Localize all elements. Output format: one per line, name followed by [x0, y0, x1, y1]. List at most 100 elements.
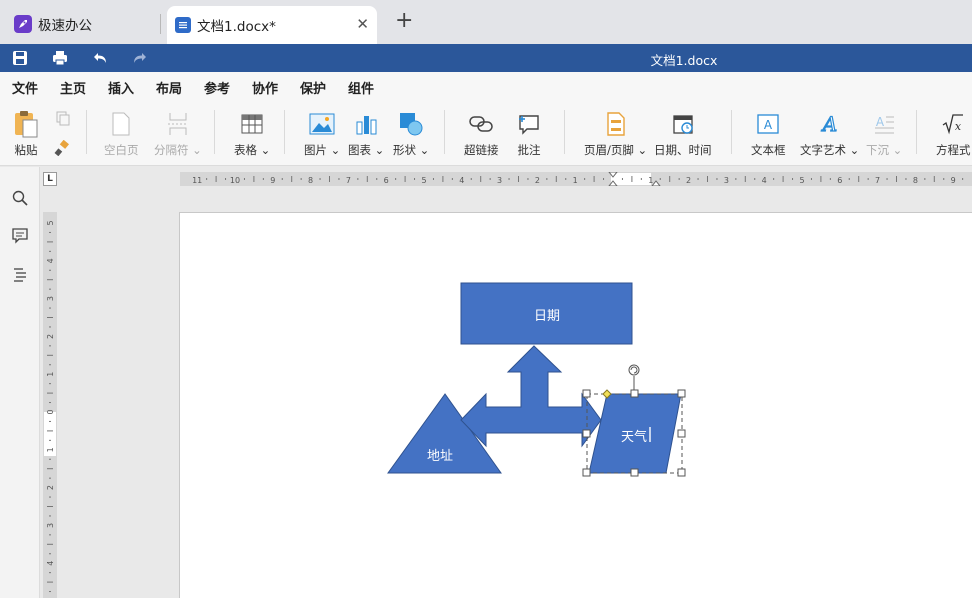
weather-shape-label[interactable]: 天气 [621, 426, 647, 445]
svg-text:9: 9 [270, 176, 275, 185]
equation-icon: x [941, 110, 965, 138]
drawing-canvas [387, 282, 686, 477]
app-tab-label: 极速办公 [38, 18, 92, 34]
svg-text:2: 2 [46, 485, 55, 490]
drop-cap-label: 下沉 ⌄ [866, 143, 903, 157]
tab-divider [160, 14, 161, 34]
equation-button[interactable]: x 方程式 [936, 110, 971, 158]
svg-text:A: A [820, 112, 836, 136]
rocket-icon [14, 15, 32, 33]
page-break-label: 分隔符 ⌄ [154, 143, 202, 157]
image-icon [309, 110, 335, 138]
comment-button[interactable]: 批注 [517, 110, 541, 158]
svg-text:x: x [955, 120, 962, 133]
header-footer-icon [605, 110, 627, 138]
ribbon-divider [86, 110, 87, 154]
svg-text:1: 1 [573, 176, 578, 185]
comments-icon[interactable] [11, 227, 29, 245]
address-shape-label[interactable]: 地址 [427, 445, 453, 464]
image-button[interactable]: 图片 ⌄ [304, 110, 340, 158]
chart-label: 图表 ⌄ [348, 143, 385, 157]
paste-button[interactable]: 粘贴 [12, 110, 40, 158]
three-way-arrow-shape[interactable] [460, 345, 602, 448]
drop-cap-icon: A [872, 110, 896, 138]
blank-page-label: 空白页 [104, 143, 139, 157]
shape-label: 形状 ⌄ [393, 143, 430, 157]
svg-text:8: 8 [913, 176, 918, 185]
menu-collaborate[interactable]: 协作 [252, 78, 278, 97]
svg-text:3: 3 [46, 523, 55, 528]
rotate-handle-icon[interactable] [628, 364, 640, 376]
search-icon[interactable] [11, 189, 29, 207]
text-box-button[interactable]: A 文本框 [751, 110, 786, 158]
svg-text:11: 11 [192, 176, 202, 185]
horizontal-ruler[interactable]: 11 10 9 8 7 6 5 4 3 2 1 1 2 3 4 5 6 7 8 9 [180, 171, 972, 187]
page-break-icon [167, 110, 189, 138]
app-tab[interactable]: 极速办公 [6, 8, 156, 40]
menu-plugins[interactable]: 组件 [348, 78, 374, 97]
svg-text:6: 6 [384, 176, 389, 185]
svg-text:1: 1 [46, 372, 55, 377]
document-icon [175, 17, 191, 33]
menu-bar: 文件 主页 插入 布局 参考 协作 保护 组件 [0, 72, 972, 102]
tab-stop-selector[interactable]: L [43, 172, 57, 186]
svg-text:A: A [876, 115, 885, 129]
ribbon-divider [284, 110, 285, 154]
hyperlink-label: 超链接 [464, 143, 499, 157]
hyperlink-button[interactable]: 超链接 [464, 110, 499, 158]
comment-label: 批注 [517, 143, 541, 157]
drop-cap-button[interactable]: A 下沉 ⌄ [866, 110, 902, 158]
svg-text:2: 2 [686, 176, 691, 185]
ribbon-divider [916, 110, 917, 154]
document-page[interactable]: 日期 地址 天气 [179, 212, 972, 598]
window-title: 文档1.docx [650, 53, 718, 68]
paste-icon [12, 110, 40, 138]
page-break-button[interactable]: 分隔符 ⌄ [154, 110, 202, 158]
close-tab-icon[interactable]: ✕ [356, 15, 369, 33]
document-tab[interactable]: 文档1.docx* ✕ [167, 6, 377, 44]
paste-label: 粘贴 [14, 143, 38, 157]
new-tab-button[interactable]: + [395, 10, 413, 32]
vertical-ruler[interactable]: 5 4 3 2 1 0 1 2 3 4 [43, 212, 57, 598]
comment-icon [517, 110, 541, 138]
header-footer-button[interactable]: 页眉/页脚 ⌄ [584, 110, 647, 158]
blank-page-icon [110, 110, 132, 138]
svg-text:A: A [764, 118, 773, 132]
menu-file[interactable]: 文件 [12, 78, 38, 97]
table-label: 表格 ⌄ [234, 143, 271, 157]
calendar-icon [671, 110, 695, 138]
table-button[interactable]: 表格 ⌄ [234, 110, 270, 158]
menu-protect[interactable]: 保护 [300, 78, 326, 97]
svg-text:5: 5 [46, 220, 55, 225]
svg-text:8: 8 [308, 176, 313, 185]
menu-layout[interactable]: 布局 [156, 78, 182, 97]
word-art-button[interactable]: A 文字艺术 ⌄ [800, 110, 859, 158]
date-time-label: 日期、时间 [654, 143, 712, 157]
shape-button[interactable]: 形状 ⌄ [393, 110, 429, 158]
left-side-panel [0, 167, 40, 598]
svg-text:9: 9 [951, 176, 956, 185]
svg-text:6: 6 [837, 176, 842, 185]
menu-references[interactable]: 参考 [204, 78, 230, 97]
copy-icon[interactable] [55, 110, 71, 129]
ribbon-divider [731, 110, 732, 154]
svg-text:1: 1 [46, 447, 55, 452]
svg-text:2: 2 [535, 176, 540, 185]
navigation-icon[interactable] [11, 265, 29, 283]
title-bar: 文档1.docx [0, 44, 972, 72]
svg-text:4: 4 [762, 176, 767, 185]
menu-insert[interactable]: 插入 [108, 78, 135, 102]
ribbon-divider [564, 110, 565, 154]
word-art-icon: A [818, 110, 842, 138]
svg-text:4: 4 [46, 561, 55, 566]
date-shape-label[interactable]: 日期 [534, 305, 560, 324]
chart-button[interactable]: 图表 ⌄ [348, 110, 384, 158]
ribbon-divider [214, 110, 215, 154]
format-painter-icon[interactable] [54, 139, 70, 159]
menu-home[interactable]: 主页 [60, 78, 86, 97]
date-time-button[interactable]: 日期、时间 [654, 110, 712, 158]
svg-text:4: 4 [459, 176, 464, 185]
blank-page-button[interactable]: 空白页 [104, 110, 139, 158]
svg-text:2: 2 [46, 334, 55, 339]
chart-icon [354, 110, 378, 138]
